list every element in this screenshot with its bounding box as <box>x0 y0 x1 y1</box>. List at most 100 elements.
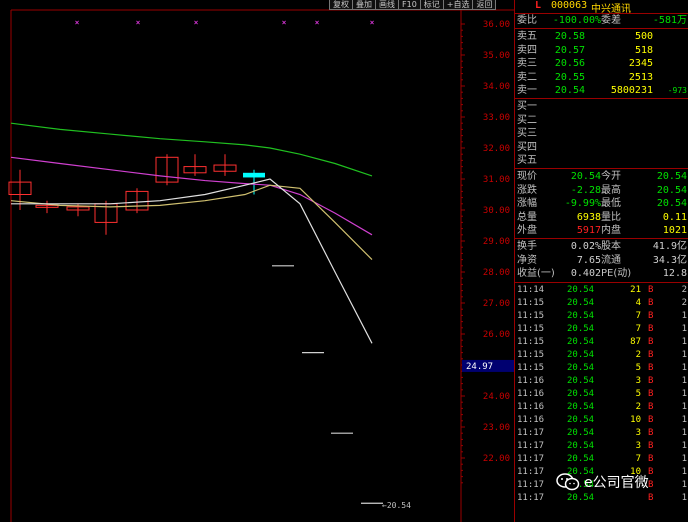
toolbar-button[interactable]: 返回 <box>472 0 497 10</box>
stat-label: 总量 <box>517 211 537 223</box>
tick-row[interactable]: 11:15 20.54 87 B 1 <box>515 336 688 349</box>
tick-volume: 21 <box>630 285 641 295</box>
tick-volume: 7 <box>635 454 641 464</box>
stat-label: 换手 <box>517 241 537 252</box>
stat-row[interactable]: 换手 0.02% 股本 41.9亿 <box>515 240 688 253</box>
price-axis-label: 33.00 <box>483 113 510 123</box>
tick-row[interactable]: 11:15 20.54 2 B 1 <box>515 349 688 362</box>
tick-count: 1 <box>681 363 687 373</box>
event-marker: × <box>136 18 141 27</box>
tick-row[interactable]: 11:17 20.54 3 B 1 <box>515 427 688 440</box>
price-axis-label: 28.00 <box>483 268 510 278</box>
tick-time: 11:17 <box>517 493 545 503</box>
tick-row[interactable]: 11:17 20.54 3 B 1 <box>515 440 688 453</box>
tick-flag: B <box>648 324 654 334</box>
ask-row[interactable]: 卖二 20.55 2513 <box>515 71 688 84</box>
ask-volume: 500 <box>634 31 653 42</box>
bid-row[interactable]: 买二 <box>515 114 688 127</box>
stat-value: 41.9亿 <box>652 241 687 252</box>
toolbar-button[interactable]: +自选 <box>442 0 474 10</box>
wechat-icon <box>556 473 580 491</box>
stat-row[interactable]: 涨跌 -2.28 最高 20.54 <box>515 184 688 197</box>
toolbar-button[interactable]: 叠加 <box>352 0 376 10</box>
tick-price: 20.54 <box>567 428 595 438</box>
tick-volume: 5 <box>635 389 641 399</box>
tick-count: 1 <box>681 337 687 347</box>
ask-row[interactable]: 卖三 20.56 2345 <box>515 57 688 70</box>
tick-time: 11:17 <box>517 454 545 464</box>
last-price-label: ←20.54 <box>382 501 411 510</box>
kline-chart[interactable]: 36.00 35.00 34.00 33.00 32.00 31.00 30.00 29.00… <box>0 0 514 522</box>
stat-row[interactable]: 现价 20.54 今开 20.54 <box>515 170 688 183</box>
ask-price: 20.57 <box>554 44 585 56</box>
tick-row[interactable]: 11:15 20.54 7 B 1 <box>515 310 688 323</box>
price-axis-label: 26.00 <box>483 330 510 340</box>
tick-count: 1 <box>681 402 687 412</box>
price-axis-label: 36.00 <box>483 20 510 30</box>
watermark: e公司官微 <box>556 472 649 492</box>
ask-row[interactable]: 卖四 20.57 518 <box>515 44 688 57</box>
tick-flag: B <box>648 428 654 438</box>
ask-price: 20.54 <box>554 85 585 97</box>
tick-row[interactable]: 11:14 20.54 21 B 2 <box>515 284 688 297</box>
tick-row[interactable]: 11:17 20.54 B 1 <box>515 492 688 505</box>
ask-label: 卖四 <box>517 44 537 56</box>
bid-row[interactable]: 买三 <box>515 127 688 140</box>
stat-value: 20.54 <box>570 171 601 182</box>
ask-label: 卖一 <box>517 85 537 97</box>
tick-volume: 5 <box>635 363 641 373</box>
tick-row[interactable]: 11:15 20.54 7 B 1 <box>515 323 688 336</box>
toolbar-button[interactable]: 标记 <box>419 0 444 10</box>
bid-row[interactable]: 买四 <box>515 141 688 154</box>
tick-row[interactable]: 11:16 20.54 5 B 1 <box>515 388 688 401</box>
toolbar-button[interactable]: 画线 <box>375 0 399 10</box>
stock-code[interactable]: 000063 <box>551 0 587 11</box>
tick-row[interactable]: 11:16 20.54 3 B 1 <box>515 375 688 388</box>
toolbar-button[interactable]: F10 <box>398 0 421 10</box>
quote-header: L 000063 中兴通讯 <box>515 0 688 15</box>
tick-volume: 2 <box>635 402 641 412</box>
tick-row[interactable]: 11:17 20.54 7 B 1 <box>515 453 688 466</box>
price-axis-label: 24.00 <box>483 392 510 402</box>
tick-time: 11:15 <box>517 350 545 360</box>
stat-row[interactable]: 收益(一) 0.402 PE(动) 12.8 <box>515 267 688 280</box>
ask-volume: 518 <box>634 44 653 56</box>
tick-flag: B <box>648 493 654 503</box>
ma-line-green <box>10 122 373 177</box>
tick-price: 20.54 <box>567 324 595 334</box>
stat-row[interactable]: 总量 6938 量比 0.11 <box>515 211 688 224</box>
tick-flag: B <box>648 363 654 373</box>
bid-label: 买五 <box>517 155 537 167</box>
ask-price: 20.58 <box>554 31 585 42</box>
candle-body-down <box>243 172 265 178</box>
stat-label: 最高 <box>601 184 621 196</box>
price-axis-label: 31.00 <box>483 175 510 185</box>
stat-value: 1021 <box>662 225 687 237</box>
stat-row[interactable]: 外盘 5917 内盘 1021 <box>515 224 688 237</box>
stat-row[interactable]: 涨幅 -9.99% 最低 20.54 <box>515 197 688 210</box>
tick-flag: B <box>648 337 654 347</box>
stat-value: -9.99% <box>564 198 601 210</box>
bid-row[interactable]: 买一 <box>515 100 688 113</box>
tick-row[interactable]: 11:15 20.54 5 B 1 <box>515 362 688 375</box>
ask-row[interactable]: 卖一 20.54 5800231 -973 <box>515 84 688 97</box>
market-badge: L <box>535 0 542 11</box>
kline-svg[interactable]: 36.00 35.00 34.00 33.00 32.00 31.00 30.00 29.00… <box>0 0 514 522</box>
tick-time: 11:17 <box>517 480 545 490</box>
tick-time: 11:16 <box>517 415 545 425</box>
order-ratio-value: -100.00% <box>552 15 601 26</box>
toolbar-button[interactable]: 复权 <box>329 0 353 10</box>
tick-count: 2 <box>681 285 687 295</box>
event-marker: × <box>370 18 375 27</box>
stat-value: 0.402 <box>570 268 601 280</box>
stat-row[interactable]: 净资 7.65 流通 34.3亿 <box>515 254 688 267</box>
tick-time: 11:17 <box>517 467 545 477</box>
tick-time: 11:14 <box>517 285 545 295</box>
tick-row[interactable]: 11:16 20.54 2 B 1 <box>515 401 688 414</box>
tick-row[interactable]: 11:15 20.54 4 B 2 <box>515 297 688 310</box>
bid-row[interactable]: 买五 <box>515 154 688 167</box>
tick-row[interactable]: 11:16 20.54 10 B 1 <box>515 414 688 427</box>
ask-row[interactable]: 卖五 20.58 500 <box>515 30 688 43</box>
ask-label: 卖三 <box>517 58 537 70</box>
tick-price: 20.54 <box>567 389 595 399</box>
